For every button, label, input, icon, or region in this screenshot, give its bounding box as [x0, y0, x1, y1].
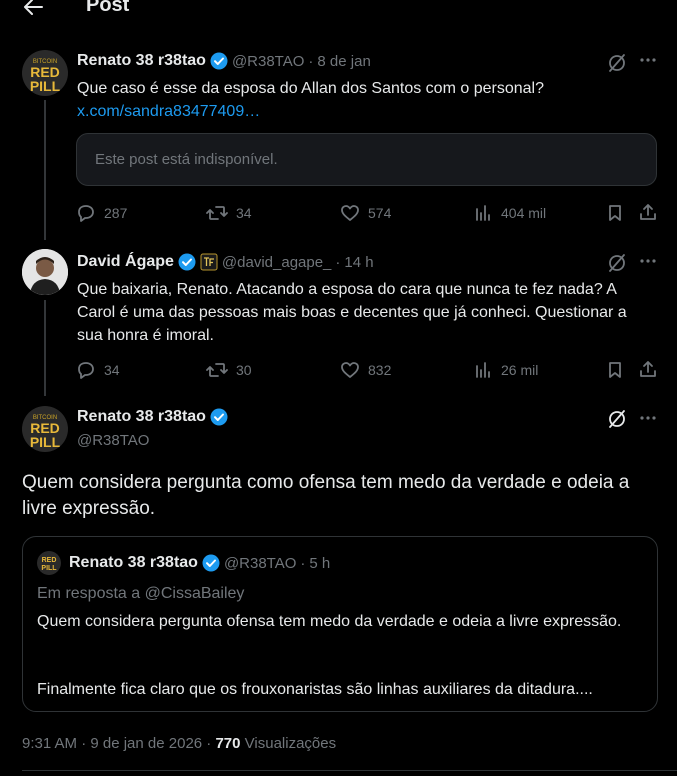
repost-icon	[206, 206, 228, 220]
avatar-logo-line2: PILL	[41, 565, 57, 572]
reply-icon	[78, 205, 94, 222]
views-label: Visualizações	[240, 735, 337, 752]
verified-badge-icon	[210, 52, 228, 70]
like-count: 832	[368, 362, 392, 378]
view-count: 770	[215, 735, 241, 752]
reply-button[interactable]: 34	[76, 360, 120, 380]
views-button[interactable]: 26 mil	[473, 360, 538, 380]
bookmark-button[interactable]	[605, 360, 625, 380]
like-button[interactable]: 574	[340, 203, 391, 223]
main-tweet-text: Quem considera pergunta como ofensa tem …	[22, 472, 630, 519]
thread-line	[44, 100, 46, 240]
unavailable-post-card: Este post está indisponível.	[76, 133, 657, 186]
reply-count: 287	[104, 205, 128, 221]
grok-icon[interactable]	[606, 408, 628, 430]
more-options-icon[interactable]	[638, 50, 658, 70]
separator: ·	[308, 52, 314, 70]
avatar-logo-line2: PILL	[30, 434, 61, 450]
avatar[interactable]: BITCOIN RED PILL	[22, 406, 68, 452]
unavailable-message: Este post está indisponível.	[95, 151, 278, 168]
analytics-icon	[476, 362, 490, 378]
views-count: 26 mil	[501, 362, 539, 378]
bookmark-button[interactable]	[605, 203, 625, 223]
author-name[interactable]: David Ágape	[77, 253, 174, 271]
quoted-text: Finalmente fica claro que os frouxonaris…	[37, 681, 593, 698]
author-name[interactable]: Renato 38 r38tao	[77, 408, 206, 426]
page-title: Post	[86, 0, 130, 16]
bookmark-icon	[609, 362, 621, 378]
share-icon	[640, 361, 656, 377]
bookmark-icon	[609, 205, 621, 221]
quoted-header: Renato 38 r38tao @R38TAO · 5 h	[69, 554, 330, 572]
in-reply-to: Em resposta a @CissaBailey	[37, 585, 245, 602]
quoted-post-card[interactable]: RED PILL Renato 38 r38tao @R38TAO · 5 h …	[22, 536, 658, 712]
avatar[interactable]: BITCOIN RED PILL	[22, 50, 68, 96]
tweet-link[interactable]: x.com/sandra83477409…	[77, 100, 260, 123]
separator: ·	[335, 253, 341, 271]
author-handle[interactable]: @R38TAO	[77, 432, 149, 449]
views-count: 404 mil	[501, 205, 547, 221]
share-icon	[640, 204, 656, 220]
avatar-logo-line2: PILL	[30, 78, 61, 94]
tweet-header: Renato 38 r38tao	[77, 408, 228, 426]
quoted-text: Quem considera pergunta ofensa tem medo …	[37, 613, 622, 630]
author-name[interactable]: Renato 38 r38tao	[77, 52, 206, 70]
repost-icon	[206, 363, 228, 377]
like-count: 574	[368, 205, 392, 221]
avatar: RED PILL	[37, 551, 61, 575]
views-button[interactable]: 404 mil	[473, 203, 546, 223]
repost-button[interactable]: 30	[206, 360, 252, 380]
back-arrow-icon[interactable]	[22, 0, 44, 18]
post-date[interactable]: 8 de jan	[317, 53, 370, 70]
verified-badge-icon	[210, 408, 228, 426]
tweet-text: Que caso é esse da esposa do Allan dos S…	[77, 80, 544, 97]
quoted-post-date: 5 h	[309, 554, 331, 572]
tweet-header: David Ágape @david_agape_ · 14 h	[77, 253, 374, 271]
reply-button[interactable]: 287	[76, 203, 127, 223]
repost-count: 34	[236, 205, 252, 221]
separator: ·	[300, 554, 306, 572]
avatar-logo-line1: RED	[42, 557, 57, 564]
repost-button[interactable]: 34	[206, 203, 252, 223]
tweet-header: Renato 38 r38tao @R38TAO · 8 de jan	[77, 52, 371, 70]
avatar[interactable]	[22, 249, 68, 295]
post-timestamp: 9:31 AM · 9 de jan de 2026 · 770 Visuali…	[22, 735, 336, 752]
verified-badge-icon	[202, 554, 220, 572]
verified-badge-icon	[178, 253, 196, 271]
more-options-icon[interactable]	[638, 408, 658, 428]
thread-line	[44, 300, 46, 396]
timestamp-text[interactable]: 9:31 AM · 9 de jan de 2026 ·	[22, 735, 215, 752]
share-button[interactable]	[638, 202, 658, 222]
divider	[22, 770, 677, 771]
affiliate-badge-icon	[200, 253, 218, 271]
repost-count: 30	[236, 362, 252, 378]
reply-icon	[78, 362, 94, 379]
heart-icon	[341, 362, 359, 378]
tweet-text: Que baixaria, Renato. Atacando a esposa …	[77, 281, 627, 344]
like-button[interactable]: 832	[340, 360, 391, 380]
post-date[interactable]: 14 h	[344, 254, 373, 271]
quoted-author-handle: @R38TAO	[223, 554, 297, 572]
grok-icon[interactable]	[606, 252, 628, 274]
author-handle[interactable]: @david_agape_	[222, 254, 331, 271]
grok-icon[interactable]	[606, 52, 628, 74]
analytics-icon	[476, 205, 490, 221]
share-button[interactable]	[638, 359, 658, 379]
reply-count: 34	[104, 362, 120, 378]
quoted-author-name: Renato 38 r38tao	[69, 554, 198, 571]
author-handle[interactable]: @R38TAO	[232, 53, 304, 70]
more-options-icon[interactable]	[638, 251, 658, 271]
heart-icon	[341, 205, 359, 221]
